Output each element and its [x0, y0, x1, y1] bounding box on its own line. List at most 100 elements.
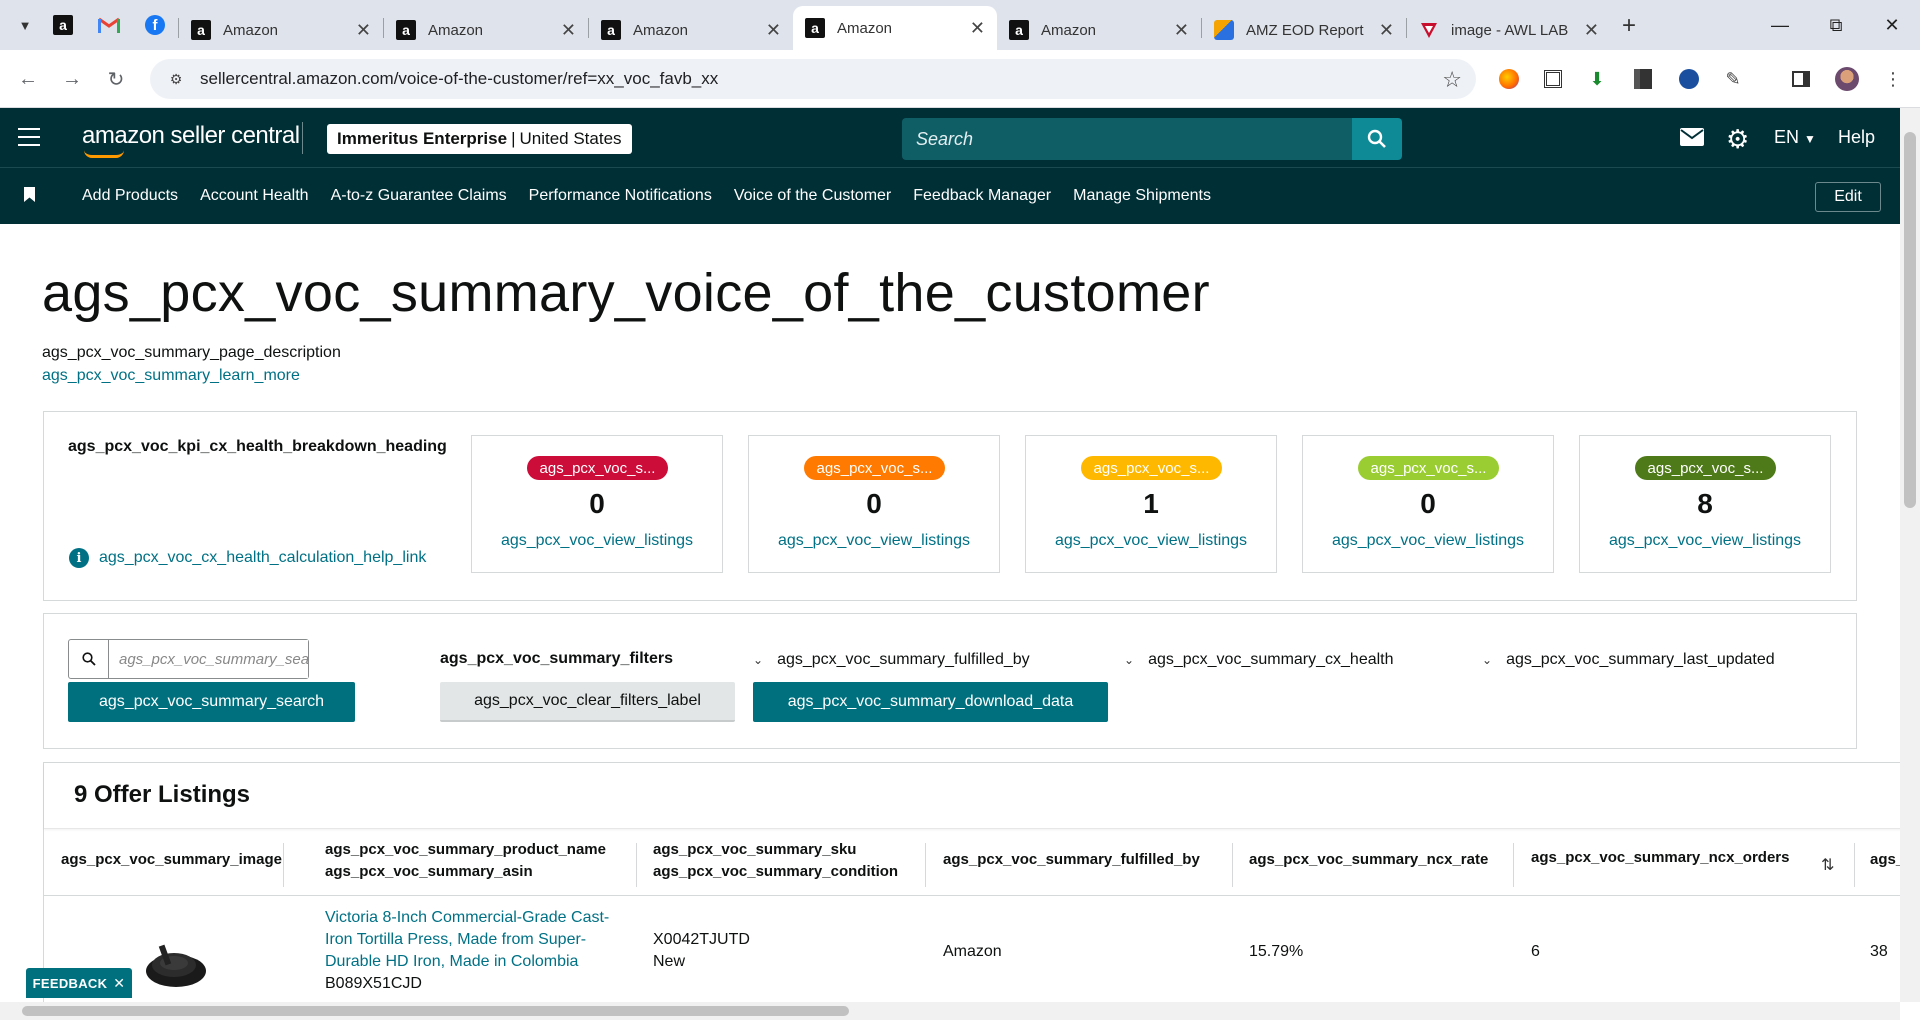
extension-download-icon[interactable]: ⬇: [1584, 66, 1610, 92]
kpi-card: ags_pcx_voc_s... 0 ags_pcx_voc_view_list…: [748, 435, 1000, 573]
browser-address-bar: ← → ↻ ⚙ sellercentral.amazon.com/voice-o…: [0, 50, 1920, 108]
hamburger-menu-icon[interactable]: [18, 128, 40, 146]
horizontal-scrollbar[interactable]: [0, 1002, 1900, 1020]
nav-item-performance-notifications[interactable]: Performance Notifications: [529, 187, 712, 205]
search-button[interactable]: [1352, 118, 1402, 160]
gmail-icon: [98, 17, 120, 33]
view-listings-link[interactable]: ags_pcx_voc_view_listings: [1026, 532, 1276, 550]
feedback-tab[interactable]: FEEDBACK ✕: [26, 968, 132, 998]
horizontal-scrollbar-thumb[interactable]: [22, 1006, 849, 1016]
browser-tab[interactable]: image - AWL LAB ✕: [1407, 10, 1611, 50]
bookmark-icon[interactable]: [24, 187, 35, 202]
back-arrow-icon[interactable]: ←: [12, 63, 44, 95]
vertical-scrollbar[interactable]: [1900, 108, 1920, 1002]
mail-icon[interactable]: [1680, 128, 1704, 146]
tab-search-chevron-icon[interactable]: ▼: [10, 10, 40, 40]
bookmark-star-icon[interactable]: ☆: [1442, 67, 1462, 93]
window-close-icon[interactable]: ✕: [1864, 0, 1920, 50]
product-name-link[interactable]: Victoria 8-Inch Commercial-Grade Cast-Ir…: [325, 907, 625, 995]
url-text[interactable]: sellercentral.amazon.com/voice-of-the-cu…: [200, 69, 718, 89]
browser-tab[interactable]: a Amazon ✕: [589, 10, 793, 50]
language-selector[interactable]: EN ▼: [1774, 127, 1816, 148]
tab-close-icon[interactable]: ✕: [1584, 20, 1599, 41]
browser-tab[interactable]: AMZ EOD Report ✕: [1202, 10, 1406, 50]
profile-avatar[interactable]: [1834, 66, 1860, 92]
column-header-fulfilled-by[interactable]: ags_pcx_voc_summary_fulfilled_by: [943, 849, 1200, 871]
view-listings-link[interactable]: ags_pcx_voc_view_listings: [1580, 532, 1830, 550]
browser-tab[interactable]: a Amazon ✕: [179, 10, 383, 50]
close-icon[interactable]: ✕: [113, 975, 125, 992]
cx-health-dropdown[interactable]: ⌄ ags_pcx_voc_summary_cx_health: [1124, 651, 1394, 669]
minimize-icon[interactable]: —: [1752, 0, 1808, 50]
seller-central-search[interactable]: [902, 118, 1354, 160]
cx-health-breakdown-panel: ags_pcx_voc_kpi_cx_health_breakdown_head…: [43, 411, 1857, 601]
extension-chart-icon[interactable]: [1676, 66, 1702, 92]
extension-firefox-icon[interactable]: [1496, 66, 1522, 92]
cx-health-help-text: ags_pcx_voc_cx_health_calculation_help_l…: [99, 549, 427, 566]
vertical-scrollbar-thumb[interactable]: [1904, 132, 1916, 508]
pinned-tab-amazon[interactable]: a: [40, 5, 86, 45]
cx-health-help-link[interactable]: i ags_pcx_voc_cx_health_calculation_help…: [69, 548, 426, 568]
browser-menu-icon[interactable]: ⋮: [1880, 66, 1906, 92]
listing-search-box[interactable]: [68, 639, 309, 679]
kpi-count: 0: [589, 488, 605, 519]
chevron-down-icon: ⌄: [1124, 653, 1135, 667]
column-header-image: ags_pcx_voc_summary_image: [61, 851, 282, 868]
pinned-tab-gmail[interactable]: [86, 5, 132, 45]
status-badge: ags_pcx_voc_s...: [527, 456, 668, 480]
browser-tab-active[interactable]: a Amazon ✕: [793, 6, 997, 50]
kpi-card: ags_pcx_voc_s... 0 ags_pcx_voc_view_list…: [471, 435, 723, 573]
nav-item-add-products[interactable]: Add Products: [82, 187, 178, 205]
side-panel-icon[interactable]: [1788, 66, 1814, 92]
tab-close-icon[interactable]: ✕: [561, 20, 576, 41]
asin-text: B089X51CJD: [325, 975, 422, 992]
amazon-seller-central-logo[interactable]: amazon seller central: [82, 122, 300, 150]
fulfilled-by-dropdown[interactable]: ⌄ ags_pcx_voc_summary_fulfilled_by: [753, 651, 1030, 669]
column-header-next[interactable]: ags_: [1870, 849, 1900, 871]
column-header-ncx-orders[interactable]: ags_pcx_voc_summary_ncx_orders: [1531, 847, 1790, 869]
product-image[interactable]: [144, 941, 208, 991]
tab-close-icon[interactable]: ✕: [1174, 20, 1189, 41]
pinned-tab-facebook[interactable]: f: [132, 5, 178, 45]
browser-tab[interactable]: a Amazon ✕: [384, 10, 588, 50]
new-tab-plus-icon[interactable]: +: [1611, 6, 1647, 46]
clear-filters-button[interactable]: ags_pcx_voc_clear_filters_label: [440, 682, 735, 722]
nav-item-feedback-manager[interactable]: Feedback Manager: [913, 187, 1051, 205]
forward-arrow-icon[interactable]: →: [56, 63, 88, 95]
column-header-product-name[interactable]: ags_pcx_voc_summary_product_name ags_pcx…: [325, 839, 606, 883]
store-switcher[interactable]: Immeritus Enterprise | United States: [327, 124, 632, 154]
column-header-ncx-rate[interactable]: ags_pcx_voc_summary_ncx_rate: [1249, 849, 1488, 871]
search-button[interactable]: ags_pcx_voc_summary_search: [68, 682, 355, 722]
settings-gear-icon[interactable]: ⚙: [1726, 124, 1749, 155]
nav-item-voice-of-the-customer[interactable]: Voice of the Customer: [734, 187, 891, 205]
edit-bookmarks-button[interactable]: Edit: [1815, 182, 1881, 212]
view-listings-link[interactable]: ags_pcx_voc_view_listings: [472, 532, 722, 550]
tab-close-icon[interactable]: ✕: [970, 18, 985, 39]
nav-item-account-health[interactable]: Account Health: [200, 187, 309, 205]
tab-close-icon[interactable]: ✕: [1379, 20, 1394, 41]
site-info-icon[interactable]: ⚙: [166, 69, 186, 89]
tab-close-icon[interactable]: ✕: [766, 20, 781, 41]
browser-tab[interactable]: a Amazon ✕: [997, 10, 1201, 50]
omnibox[interactable]: ⚙ sellercentral.amazon.com/voice-of-the-…: [150, 59, 1476, 99]
extensions-puzzle-icon[interactable]: ✎: [1720, 66, 1746, 92]
tab-close-icon[interactable]: ✕: [356, 20, 371, 41]
extension-library-icon[interactable]: [1630, 66, 1656, 92]
language-code: EN: [1774, 127, 1800, 147]
help-link[interactable]: Help: [1838, 127, 1875, 148]
restore-icon[interactable]: ⧉: [1808, 0, 1864, 50]
view-listings-link[interactable]: ags_pcx_voc_view_listings: [1303, 532, 1553, 550]
view-listings-link[interactable]: ags_pcx_voc_view_listings: [749, 532, 999, 550]
nav-item-manage-shipments[interactable]: Manage Shipments: [1073, 187, 1211, 205]
extension-qr-icon[interactable]: [1540, 66, 1566, 92]
chevron-down-icon: ⌄: [753, 653, 764, 667]
download-data-button[interactable]: ags_pcx_voc_summary_download_data: [753, 682, 1108, 722]
learn-more-link[interactable]: ags_pcx_voc_summary_learn_more: [42, 367, 300, 385]
reload-icon[interactable]: ↻: [100, 63, 132, 95]
listing-search-input[interactable]: [109, 640, 308, 678]
nav-item-a-to-z-claims[interactable]: A-to-z Guarantee Claims: [331, 187, 507, 205]
last-updated-dropdown[interactable]: ⌄ ags_pcx_voc_summary_last_updated: [1482, 651, 1775, 669]
sort-icon[interactable]: ⇅: [1821, 855, 1834, 875]
column-header-sku[interactable]: ags_pcx_voc_summary_sku ags_pcx_voc_summ…: [653, 839, 898, 883]
seller-central-search-input[interactable]: [902, 118, 1354, 160]
